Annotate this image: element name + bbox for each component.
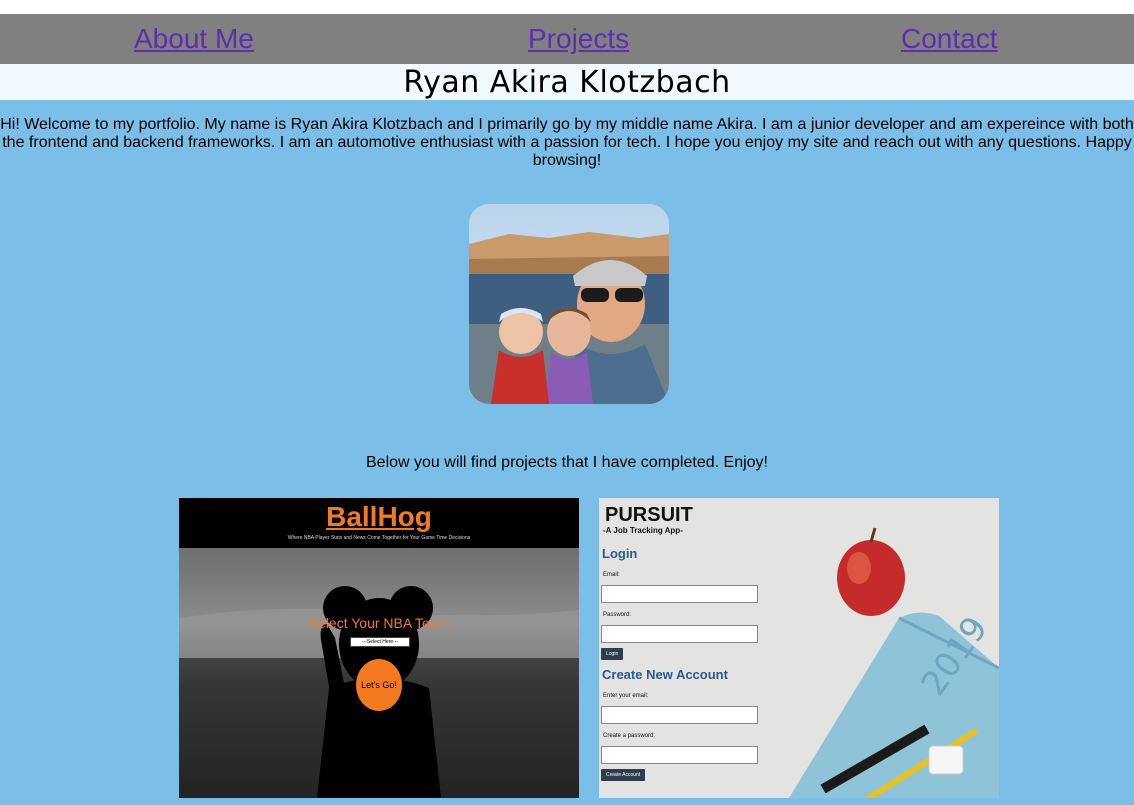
project-card-pursuit[interactable]: 2019 PURSUIT -A Job Tracking App- Login … [599, 498, 999, 798]
ballhog-title: BallHog [326, 501, 432, 532]
password-label: Password: [603, 612, 632, 618]
new-password-field[interactable] [601, 746, 758, 764]
projects-intro: Below you will find projects that I have… [366, 454, 768, 471]
create-account-heading: Create New Account [602, 667, 728, 682]
create-password-label: Create a password: [603, 733, 656, 739]
new-email-field[interactable] [601, 706, 758, 724]
pursuit-title: PURSUIT [605, 504, 693, 526]
intro-text: Hi! Welcome to my portfolio. My name is … [0, 116, 1134, 169]
create-account-button[interactable]: Create Account [601, 769, 646, 781]
login-heading: Login [602, 546, 638, 561]
project-card-ballhog[interactable]: BallHog Where NBA Player Stats and News … [179, 498, 579, 798]
page-title: Ryan Akira Klotzbach [403, 65, 731, 100]
name-bar: Ryan Akira Klotzbach [0, 64, 1134, 100]
main-nav: About Me Projects Contact [0, 14, 1134, 64]
lets-go-button[interactable]: Let's Go! [356, 659, 402, 711]
pursuit-subtitle: -A Job Tracking App- [603, 526, 683, 535]
nav-link-about[interactable]: About Me [134, 22, 254, 56]
password-field[interactable] [601, 625, 758, 643]
ballhog-hero: Select Your NBA Team ---Select Here--- L… [179, 548, 579, 798]
email-label: Email: [603, 572, 620, 578]
profile-photo-icon [469, 204, 669, 404]
select-team-label: Select Your NBA Team [308, 615, 450, 631]
ballhog-header: BallHog Where NBA Player Stats and News … [179, 498, 579, 548]
team-select[interactable]: ---Select Here--- [350, 637, 410, 647]
avatar [469, 204, 669, 404]
ballhog-tagline: Where NBA Player Stats and News Come Tog… [287, 535, 471, 541]
top-strip [0, 0, 1134, 14]
login-button[interactable]: Login [601, 648, 624, 660]
nav-link-projects[interactable]: Projects [528, 22, 629, 56]
nav-link-contact[interactable]: Contact [901, 22, 998, 56]
email-field[interactable] [601, 585, 758, 603]
enter-email-label: Enter your email: [603, 693, 649, 699]
